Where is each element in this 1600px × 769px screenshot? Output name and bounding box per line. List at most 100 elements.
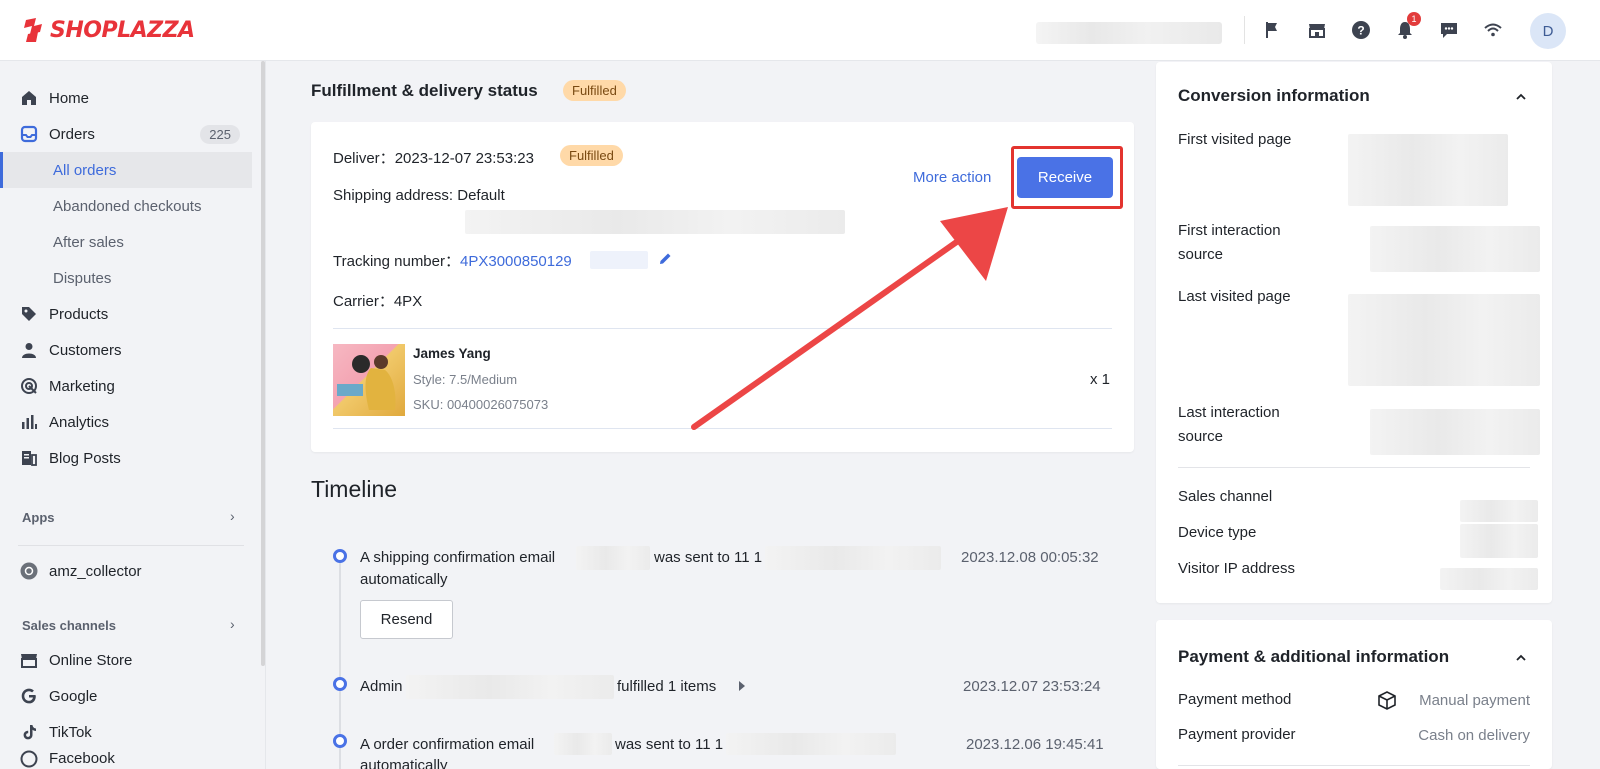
conversion-divider (1178, 467, 1530, 468)
sidebar-sub-disputes[interactable]: Disputes (0, 260, 252, 296)
sidebar-sub-all-orders[interactable]: All orders (0, 152, 252, 188)
shoplazza-logo[interactable]: SHOPLAZZA (22, 16, 195, 44)
product-quantity: x 1 (1090, 371, 1111, 388)
sidebar-scrollbar[interactable] (261, 61, 265, 666)
email-redacted (554, 733, 612, 755)
admin-name-redacted (406, 675, 614, 699)
product-thumbnail[interactable] (333, 344, 405, 416)
last-interaction-redacted (1370, 409, 1540, 455)
store-icon[interactable] (1305, 18, 1329, 42)
recipient-redacted (726, 733, 896, 755)
tracking-suffix-redacted (590, 251, 648, 269)
more-action-link[interactable]: More action (913, 169, 991, 186)
home-icon (20, 89, 38, 107)
product-name[interactable]: James Yang (413, 346, 491, 361)
sidebar-item-online-store[interactable]: Online Store (0, 642, 252, 678)
sidebar-item-home[interactable]: Home (0, 80, 252, 116)
sidebar-item-blog-posts[interactable]: Blog Posts (0, 440, 252, 476)
chevron-up-icon[interactable] (1514, 90, 1528, 104)
tiktok-icon (20, 723, 38, 741)
device-type-label: Device type (1178, 524, 1257, 541)
last-visited-label: Last visited page (1178, 288, 1291, 305)
apps-section-label: Apps (22, 510, 55, 525)
notification-badge: 1 (1407, 12, 1421, 26)
timeline-event-action: fulfilled 1 items (617, 678, 717, 695)
bell-icon[interactable]: 1 (1393, 12, 1421, 42)
orders-count-badge: 225 (200, 124, 240, 144)
store-name-redacted[interactable] (1036, 22, 1222, 44)
sidebar-item-marketing[interactable]: Marketing (0, 368, 252, 404)
resend-button[interactable]: Resend (360, 600, 453, 639)
device-type-redacted (1460, 524, 1538, 558)
sidebar-item-analytics[interactable]: Analytics (0, 404, 252, 440)
timeline-event-text: A order confirmation email (360, 736, 535, 753)
app-icon (20, 562, 38, 580)
tracking-number-link[interactable]: 4PX3000850129 (460, 253, 572, 270)
sidebar-item-label: Home (49, 89, 90, 107)
sidebar-item-customers[interactable]: Customers (0, 332, 252, 368)
recipient-redacted (765, 546, 941, 570)
sidebar-item-facebook[interactable]: Facebook (0, 750, 252, 769)
shipping-address: Shipping address: Default (333, 187, 505, 204)
sidebar-item-amz-collector[interactable]: amz_collector (0, 553, 252, 589)
timeline-text: A shipping confirmation email (360, 549, 556, 566)
first-interaction-redacted (1370, 226, 1540, 272)
person-icon (20, 341, 38, 359)
orders-icon (20, 125, 38, 143)
sidebar-item-label: Blog Posts (49, 449, 121, 467)
flag-icon[interactable] (1260, 18, 1284, 42)
timeline-title: Timeline (311, 476, 398, 502)
payment-divider (1178, 765, 1530, 766)
package-box-icon (1378, 691, 1396, 710)
expand-caret-icon[interactable] (739, 681, 745, 691)
sidebar-item-label: Analytics (49, 413, 110, 431)
sidebar-item-products[interactable]: Products (0, 296, 252, 332)
payment-method-value: Manual payment (1419, 692, 1530, 709)
timeline-event-suffix: automatically (360, 571, 448, 588)
sidebar-item-tiktok[interactable]: TikTok (0, 714, 252, 750)
payment-method-label: Payment method (1178, 691, 1292, 708)
timeline-dot (333, 734, 347, 748)
wifi-icon[interactable] (1481, 18, 1505, 42)
carrier-row: Carrier：4PX (333, 290, 422, 311)
product-sku: SKU: 00400026075073 (413, 397, 549, 412)
sidebar-item-label: Customers (49, 341, 122, 359)
payment-provider-label: Payment provider (1178, 726, 1296, 743)
chevron-up-icon[interactable] (1514, 651, 1528, 665)
payment-provider-value: Cash on delivery (1418, 727, 1530, 744)
timeline-event-text: A shipping confirmation email (360, 549, 555, 566)
sidebar-item-orders[interactable]: Orders 225 (0, 116, 252, 152)
store-icon (20, 651, 38, 669)
help-icon[interactable]: ? (1349, 18, 1373, 42)
sales-channel-label: Sales channel (1178, 488, 1273, 505)
sidebar-sub-after-sales[interactable]: After sales (0, 224, 252, 260)
deliver-status-badge: Fulfilled (560, 145, 623, 166)
timeline-event-recipient: was sent to 11 1 (615, 736, 724, 753)
timeline-event-recipient: was sent to 11 1 (654, 549, 763, 566)
carrier-label: Carrier： (333, 293, 394, 310)
payment-info-title: Payment & additional information (1178, 647, 1450, 666)
sidebar-item-label: Orders (49, 125, 95, 143)
receive-button[interactable]: Receive (1017, 157, 1113, 198)
sales-channel-redacted (1460, 500, 1538, 522)
sidebar-item-label: Marketing (49, 377, 115, 395)
shoplazza-logo-icon (24, 18, 42, 42)
first-interaction-label: First interaction source (1178, 222, 1281, 263)
bar-chart-icon (20, 413, 38, 431)
sidebar-sub-abandoned-checkouts[interactable]: Abandoned checkouts (0, 188, 252, 224)
top-bar: SHOPLAZZA ? 1 D (0, 0, 1600, 61)
sidebar-item-google[interactable]: Google (0, 678, 252, 714)
visitor-ip-label: Visitor IP address (1178, 560, 1296, 577)
google-icon (20, 687, 38, 705)
sidebar-item-label: Google (49, 687, 98, 705)
topbar-divider (1244, 16, 1245, 44)
tracking-label: Tracking number： (333, 253, 460, 270)
chat-icon[interactable] (1437, 18, 1461, 42)
visitor-ip-redacted (1440, 568, 1538, 590)
sidebar-item-label: amz_collector (49, 562, 142, 580)
sales-channels-chevron-right-icon[interactable]: › (230, 616, 235, 632)
edit-pencil-icon[interactable] (658, 251, 673, 266)
annotation-arrow (691, 207, 1008, 430)
user-avatar[interactable]: D (1530, 13, 1566, 49)
apps-chevron-right-icon[interactable]: › (230, 508, 235, 524)
